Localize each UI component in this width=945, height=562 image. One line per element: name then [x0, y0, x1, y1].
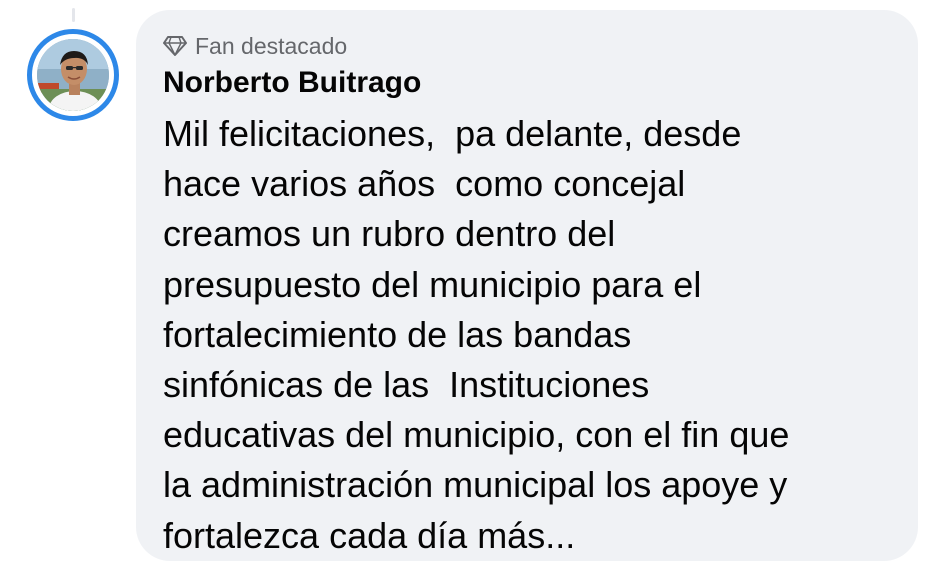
- badge-label: Fan destacado: [195, 33, 348, 59]
- avatar[interactable]: [37, 39, 109, 111]
- top-fan-badge[interactable]: Fan destacado: [163, 32, 890, 60]
- thread-connector-line: [72, 8, 75, 22]
- comment-text: Mil felicitaciones, pa delante, desde ha…: [163, 109, 903, 561]
- comment-text-line: la administración municipal los apoye y: [163, 464, 788, 506]
- avatar-ring[interactable]: [27, 29, 119, 121]
- comment-text-line: educativas del municipio, con el fin que: [163, 414, 790, 456]
- comment-bubble: Fan destacado Norberto Buitrago Mil feli…: [136, 10, 918, 561]
- comment-text-line: hace varios años como concejal: [163, 163, 686, 205]
- author-name[interactable]: Norberto Buitrago: [163, 65, 890, 101]
- comment-text-line: fortalecimiento de las bandas: [163, 313, 632, 355]
- diamond-icon: [163, 35, 187, 57]
- comment-text-line: sinfónicas de las Instituciones: [163, 364, 650, 406]
- comment-text-line: fortalezca cada día más...: [163, 514, 576, 556]
- comment-text-line: Mil felicitaciones, pa delante, desde: [163, 113, 742, 154]
- comment-text-line: presupuesto del municipio para el: [163, 263, 702, 305]
- comment-text-line: creamos un rubro dentro del: [163, 213, 616, 255]
- avatar-photo: [37, 39, 109, 111]
